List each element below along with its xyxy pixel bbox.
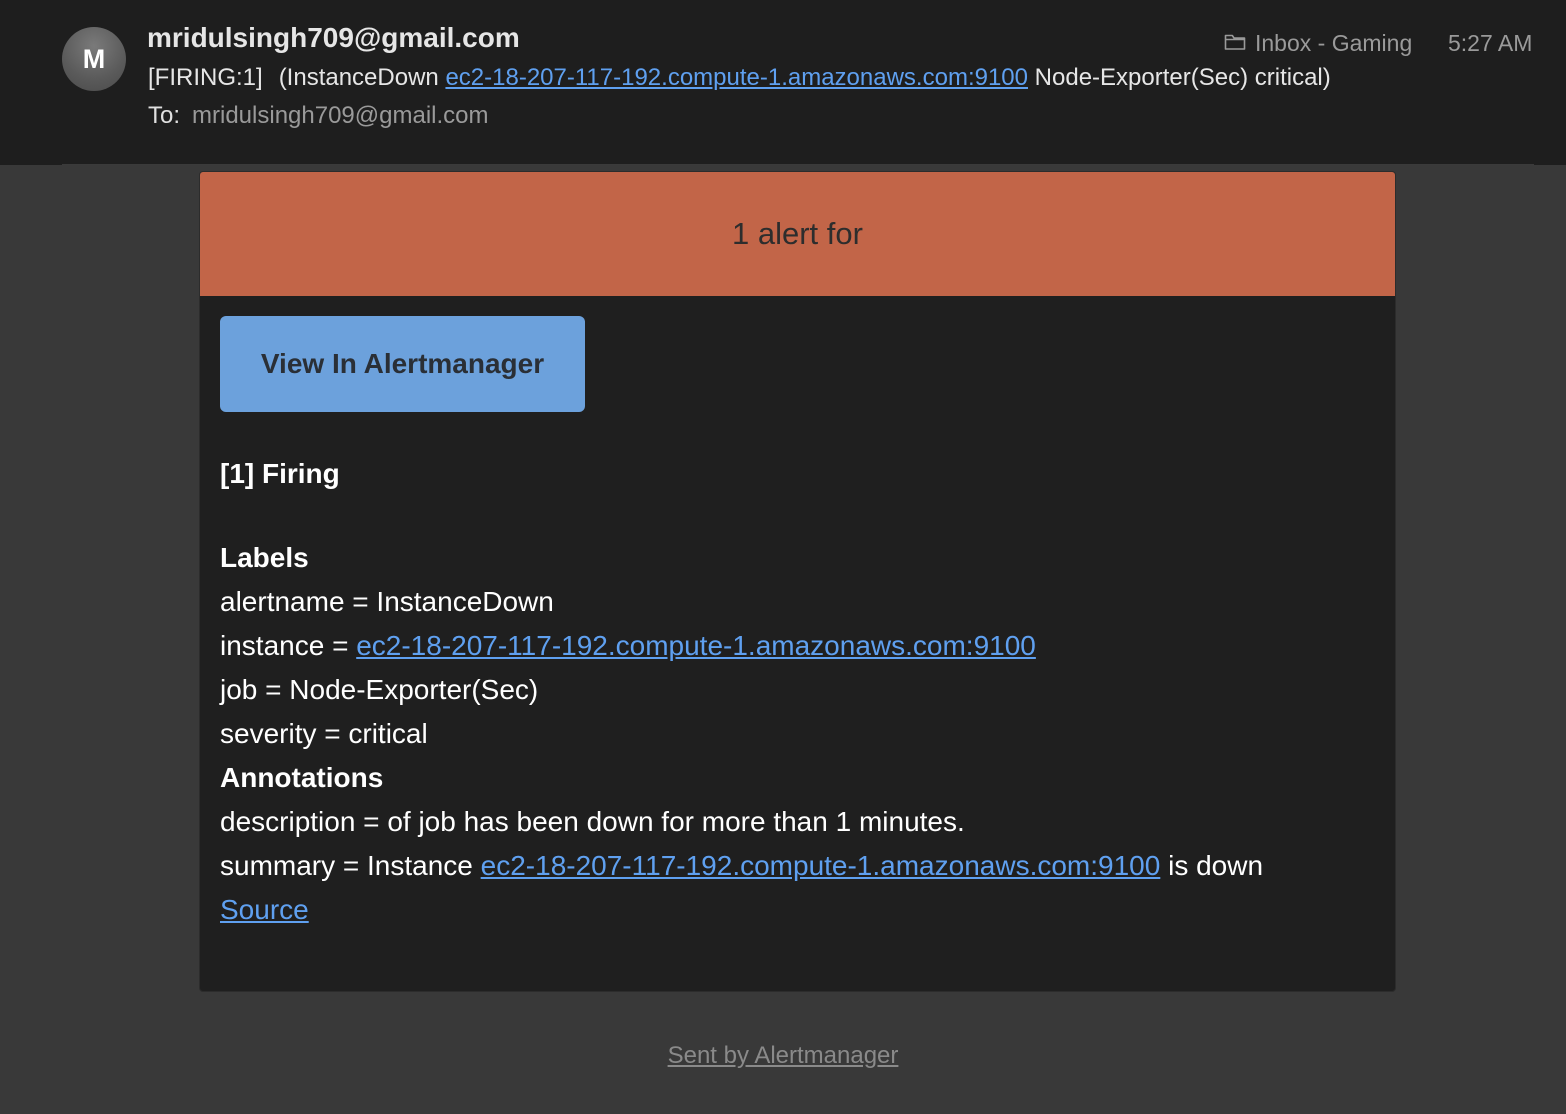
banner-title: 1 alert for	[732, 216, 863, 251]
sent-by-alertmanager-link[interactable]: Sent by Alertmanager	[668, 1042, 899, 1069]
label-severity: severity = critical	[220, 718, 428, 749]
received-time: 5:27 AM	[1448, 30, 1533, 56]
alert-banner: 1 alert for	[200, 172, 1395, 296]
subject-prefix: [FIRING:1]	[148, 64, 263, 91]
recipient-address[interactable]: mridulsingh709@gmail.com	[192, 102, 488, 129]
label-alertname: alertname = InstanceDown	[220, 586, 554, 617]
recipient-row: To: mridulsingh709@gmail.com	[148, 102, 489, 130]
label-job: job = Node-Exporter(Sec)	[220, 674, 539, 705]
alert-card: 1 alert for View In Alertmanager [1] Fir…	[199, 171, 1396, 992]
annotation-summary: summary = Instance ec2-18-207-117-192.co…	[220, 844, 1263, 888]
source-link[interactable]: Source	[220, 894, 309, 925]
avatar[interactable]: M	[62, 27, 126, 91]
to-label: To:	[148, 102, 181, 129]
summary-suffix: is down	[1160, 850, 1264, 881]
subject-part2: Node-Exporter(Sec) critical)	[1034, 64, 1331, 91]
labels-heading: Labels	[220, 542, 309, 573]
email-header: M mridulsingh709@gmail.com Inbox - Gamin…	[0, 0, 1566, 165]
subject-instance-link[interactable]: ec2-18-207-117-192.compute-1.amazonaws.c…	[445, 64, 1028, 91]
subject-part1: (InstanceDown	[278, 64, 439, 91]
summary-instance-link[interactable]: ec2-18-207-117-192.compute-1.amazonaws.c…	[481, 850, 1161, 881]
folder-icon	[1224, 30, 1255, 57]
sender-address[interactable]: mridulsingh709@gmail.com	[147, 22, 520, 54]
annotations-heading: Annotations	[220, 762, 384, 793]
label-instance: instance = ec2-18-207-117-192.compute-1.…	[220, 624, 1263, 668]
label-instance-prefix: instance =	[220, 630, 357, 661]
annotation-description: description = of job has been down for m…	[220, 806, 965, 837]
folder-indicator[interactable]: Inbox - Gaming	[1224, 28, 1412, 58]
email-subject: [FIRING:1] (InstanceDown ec2-18-207-117-1…	[148, 64, 1331, 92]
footer: Sent by Alertmanager	[0, 1042, 1566, 1070]
view-in-alertmanager-button[interactable]: View In Alertmanager	[220, 316, 585, 412]
summary-prefix: summary = Instance	[220, 850, 481, 881]
instance-link[interactable]: ec2-18-207-117-192.compute-1.amazonaws.c…	[356, 630, 1036, 661]
alert-details: [1] Firing Labels alertname = InstanceDo…	[220, 452, 1263, 932]
header-divider	[62, 164, 1534, 165]
folder-name: Inbox - Gaming	[1255, 29, 1413, 56]
firing-heading: [1] Firing	[220, 458, 340, 489]
